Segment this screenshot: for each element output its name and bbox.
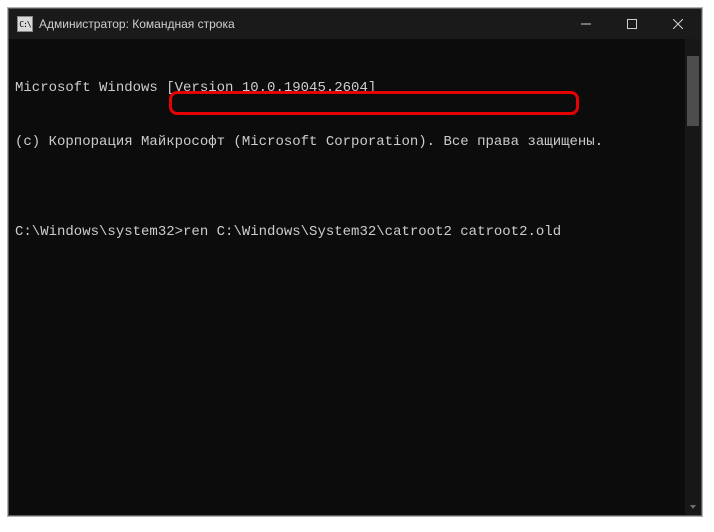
maximize-button[interactable]: [609, 9, 655, 39]
window-title: Администратор: Командная строка: [39, 17, 235, 31]
terminal-area[interactable]: Microsoft Windows [Version 10.0.19045.26…: [9, 39, 701, 515]
cmd-window: C:\ Администратор: Командная строка Micr…: [8, 8, 702, 516]
scroll-down-arrow[interactable]: [685, 498, 701, 515]
terminal-prompt: C:\Windows\system32>: [15, 224, 183, 240]
vertical-scrollbar[interactable]: [685, 39, 701, 515]
minimize-button[interactable]: [563, 9, 609, 39]
window-controls: [563, 9, 701, 39]
terminal-line-copyright: (c) Корпорация Майкрософт (Microsoft Cor…: [15, 133, 695, 151]
close-button[interactable]: [655, 9, 701, 39]
terminal-command-text: ren C:\Windows\System32\catroot2 catroot…: [183, 224, 561, 240]
terminal-line-version: Microsoft Windows [Version 10.0.19045.26…: [15, 79, 695, 97]
cmd-icon: C:\: [17, 16, 33, 32]
scrollbar-thumb[interactable]: [687, 56, 699, 126]
terminal-line-command: C:\Windows\system32>ren C:\Windows\Syste…: [15, 223, 695, 241]
titlebar[interactable]: C:\ Администратор: Командная строка: [9, 9, 701, 39]
